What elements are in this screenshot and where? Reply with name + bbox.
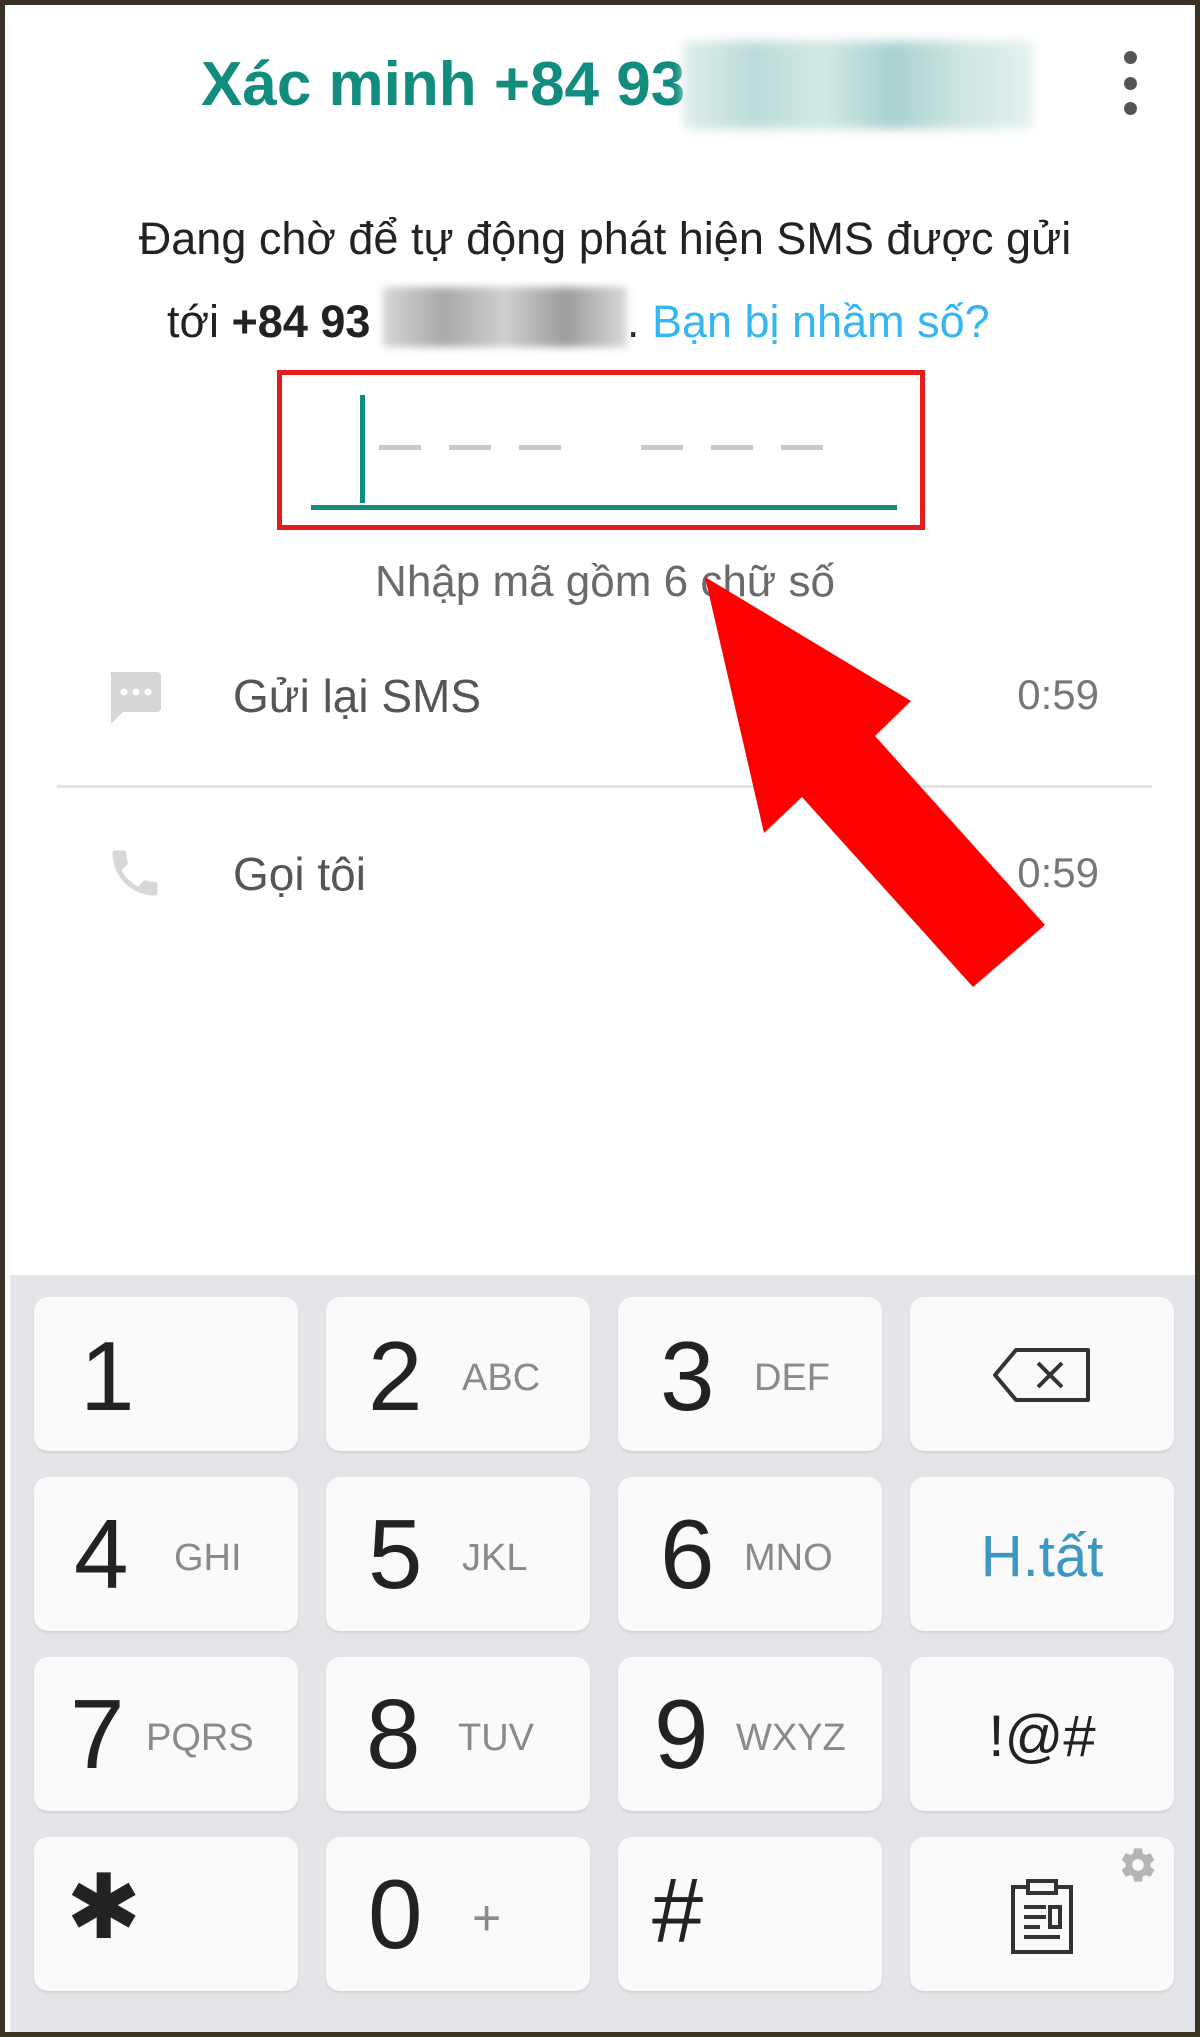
annotation-arrow (705, 577, 1045, 987)
screen: Xác minh +84 93 Đang chờ để tự động phát… (0, 0, 1200, 2037)
